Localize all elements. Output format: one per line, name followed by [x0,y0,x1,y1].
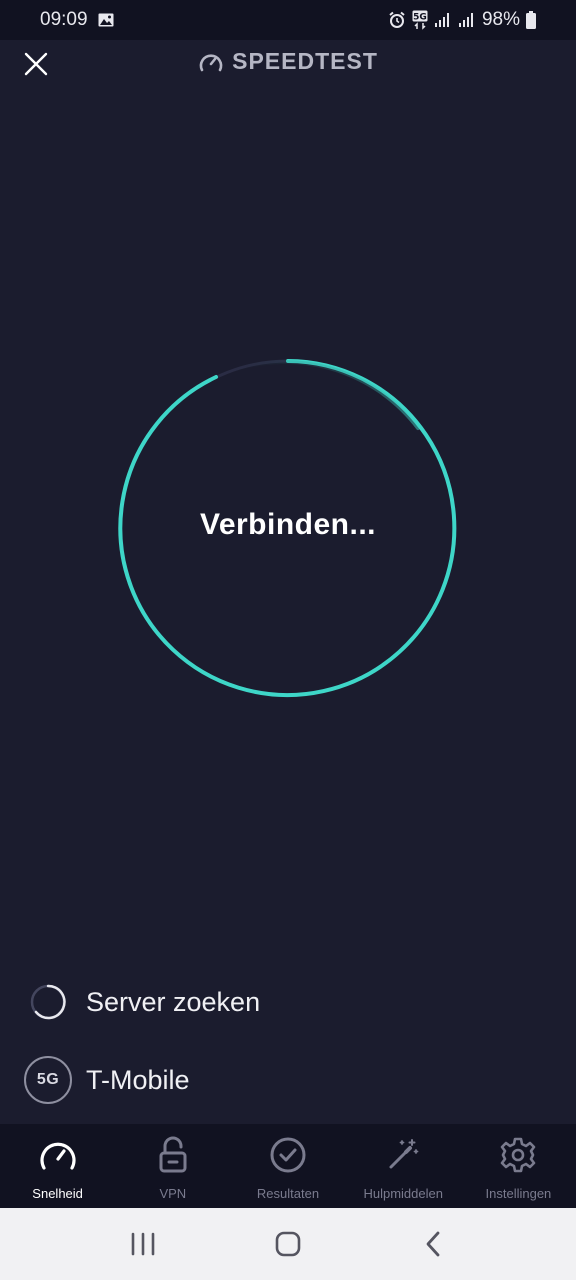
gauge-status-text: Verbinden... [199,508,377,541]
bottom-nav: Snelheid VPN Resultaten Hulpmiddelen Ins… [0,1124,576,1208]
network-type-badge: 5G [24,1056,72,1104]
nav-item-vpn[interactable]: VPN [115,1124,230,1208]
magic-wand-icon [386,1134,420,1176]
alarm-icon [388,11,406,29]
battery-icon [526,11,536,29]
gear-icon [499,1134,537,1176]
network-5g-icon: 5G [412,10,428,30]
nav-item-snelheid[interactable]: Snelheid [0,1124,115,1208]
recents-icon [131,1232,154,1256]
nav-label-snelheid: Snelheid [32,1186,83,1201]
back-button[interactable] [409,1220,457,1268]
nav-item-resultaten[interactable]: Resultaten [230,1124,345,1208]
nav-label-instellingen: Instellingen [485,1186,552,1201]
battery-percent: 98% [481,9,520,30]
nav-item-instellingen[interactable]: Instellingen [461,1124,576,1208]
recents-button[interactable] [119,1220,167,1268]
speedtest-screen: 09:09 5G 98% SPEEDTEST Verbinden... Serv… [0,0,576,1280]
nav-label-resultaten: Resultaten [256,1186,320,1201]
server-search-row: Server zoeken [24,978,260,1026]
nav-label-vpn: VPN [159,1186,187,1201]
nav-item-hulpmiddelen[interactable]: Hulpmiddelen [346,1124,461,1208]
speedometer-logo-icon [199,53,223,71]
status-bar: 09:09 5G 98% [0,0,576,40]
network-type-text: 5G [36,1071,60,1088]
provider-name: T-Mobile [86,1064,190,1095]
app-header: SPEEDTEST [0,40,576,86]
home-button[interactable] [264,1220,312,1268]
speed-gauge: Verbinden... [118,358,458,698]
speedometer-icon [38,1134,78,1176]
back-icon [426,1231,440,1257]
brand-logo: SPEEDTEST [0,48,576,75]
server-search-label: Server zoeken [86,986,261,1017]
image-notification-icon [98,13,114,27]
home-icon [275,1231,301,1257]
nav-label-hulpmiddelen: Hulpmiddelen [363,1186,443,1201]
network-badge-text: 5G [413,13,427,23]
unlock-icon [158,1134,188,1176]
signal-1-icon [434,12,452,28]
provider-row: 5G T-Mobile [24,1056,190,1104]
check-circle-icon [269,1134,307,1176]
loading-spinner-icon [24,978,72,1026]
system-nav-bar [0,1208,576,1280]
brand-text: SPEEDTEST [232,48,378,74]
status-time: 09:09 [40,9,88,30]
signal-2-icon [458,12,476,28]
